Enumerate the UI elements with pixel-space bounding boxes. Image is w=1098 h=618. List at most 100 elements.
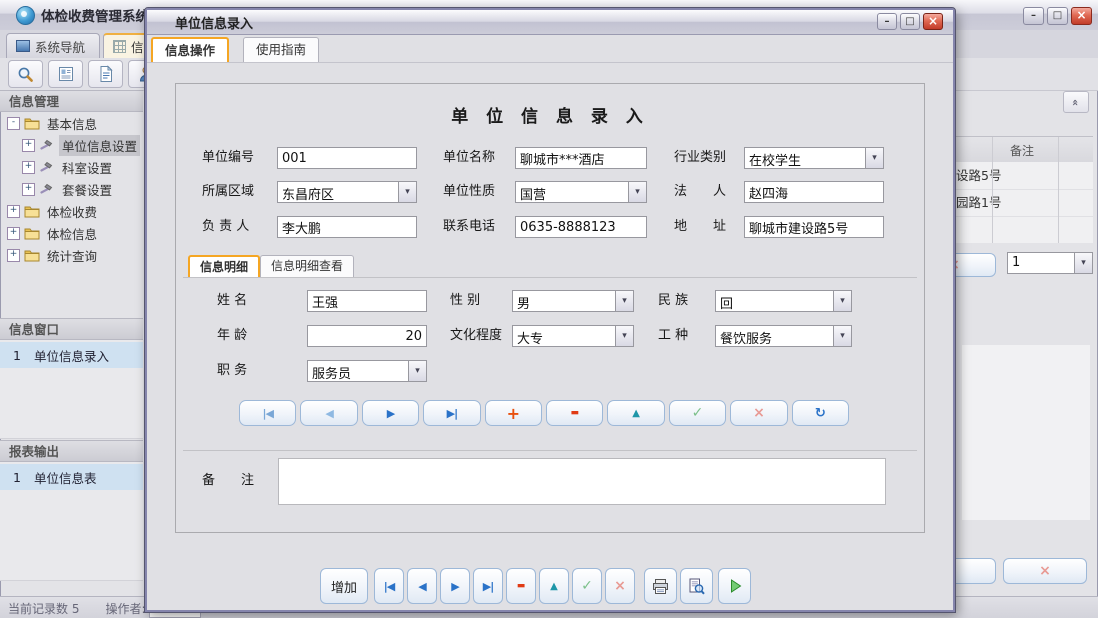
screen: 体检收费管理系统(非 – □ × 系统导航 信息 [0, 0, 1098, 618]
collapse-icon[interactable]: - [7, 117, 20, 130]
tree-item-unit-info-setting[interactable]: + 单位信息设置 [0, 134, 143, 156]
job-type-select[interactable]: 餐饮服务 ▾ [715, 325, 852, 347]
tree-item-department-setting[interactable]: + 科室设置 [0, 156, 143, 178]
main-restore-button[interactable]: □ [1047, 7, 1068, 25]
nav-prior-button[interactable]: ◀ [300, 400, 357, 426]
unit-type-select[interactable]: 国营 ▾ [515, 181, 647, 203]
tree-item-exam-fee[interactable]: + 体检收费 [0, 200, 143, 222]
folder-icon [24, 205, 40, 218]
last-record-icon: ▶| [483, 580, 493, 593]
prior-record-icon: ◀ [325, 407, 332, 420]
footer-post-button[interactable]: ✓ [572, 568, 602, 604]
tree-item-label: 基本信息 [44, 113, 100, 134]
tree-item-package-setting[interactable]: + 套餐设置 [0, 178, 143, 200]
expand-icon[interactable]: + [22, 139, 35, 152]
education-select[interactable]: 大专 ▾ [512, 325, 634, 347]
tab-system-nav[interactable]: 系统导航 [6, 33, 100, 58]
nav-post-button[interactable]: ✓ [669, 400, 726, 426]
nav-cancel-button[interactable]: × [730, 400, 787, 426]
tree-item-stats-query[interactable]: + 统计查询 [0, 244, 143, 266]
footer-last-button[interactable]: ▶| [473, 568, 503, 604]
chevron-down-icon: ▾ [615, 291, 633, 311]
tree-item-basic-info[interactable]: - 基本信息 [0, 112, 143, 134]
report-button[interactable] [48, 60, 83, 88]
footer-next-button[interactable]: ▶ [440, 568, 470, 604]
nav-edit-button[interactable]: ▲ [607, 400, 664, 426]
industry-select[interactable]: 在校学生 ▾ [744, 147, 884, 169]
phone-field[interactable] [515, 216, 647, 238]
add-button[interactable]: 增加 [320, 568, 368, 604]
document-button[interactable] [88, 60, 123, 88]
chevron-down-icon: ▾ [833, 291, 851, 311]
tab-info-detail-view[interactable]: 信息明细查看 [260, 255, 354, 277]
footer-edit-button[interactable]: ▲ [539, 568, 569, 604]
dialog-minimize-button[interactable]: – [877, 13, 897, 30]
search-button[interactable] [8, 60, 43, 88]
region-select[interactable]: 东昌府区 ▾ [277, 181, 417, 203]
nav-last-button[interactable]: ▶| [423, 400, 480, 426]
page-select[interactable]: 1 ▾ [1007, 252, 1093, 274]
tab-info-detail[interactable]: 信息明细 [188, 255, 260, 277]
unit-info-entry-dialog: 单位信息录入 – □ × 信息操作 使用指南 单 位 信 息 录 入 单位编号 … [145, 8, 955, 612]
main-minimize-button[interactable]: – [1023, 7, 1044, 25]
education-label: 文化程度 [450, 325, 502, 347]
manager-field[interactable] [277, 216, 417, 238]
legal-person-field[interactable] [744, 181, 884, 203]
info-window-item[interactable]: 1 单位信息录入 [0, 342, 143, 368]
age-field[interactable] [307, 325, 427, 347]
chevron-down-icon: ▾ [1074, 253, 1092, 273]
gender-select[interactable]: 男 ▾ [512, 290, 634, 312]
nav-first-button[interactable]: |◀ [239, 400, 296, 426]
expand-icon[interactable]: + [7, 227, 20, 240]
collapse-panel-button[interactable]: « [1063, 91, 1089, 113]
dialog-maximize-button[interactable]: □ [900, 13, 920, 30]
name-field[interactable] [307, 290, 427, 312]
tab-user-guide[interactable]: 使用指南 [243, 37, 319, 62]
last-record-icon: ▶| [447, 407, 457, 420]
nav-delete-button[interactable]: ▬ [546, 400, 603, 426]
print-preview-button[interactable] [680, 568, 713, 604]
job-type-label: 工 种 [658, 325, 688, 347]
unit-name-field[interactable] [515, 147, 647, 169]
run-button[interactable] [718, 568, 751, 604]
tree-item-exam-info[interactable]: + 体检信息 [0, 222, 143, 244]
ethnic-label: 民 族 [658, 290, 688, 312]
main-close-button[interactable]: × [1071, 7, 1092, 25]
chevron-down-icon: ▾ [833, 326, 851, 346]
nav-refresh-button[interactable]: ↻ [792, 400, 849, 426]
selected-value: 回 [716, 291, 833, 311]
manager-label: 负 责 人 [202, 216, 249, 238]
footer-delete-button[interactable]: ▬ [506, 568, 536, 604]
section-header-report-output: 报表输出 [0, 440, 143, 462]
unit-code-field[interactable] [277, 147, 417, 169]
dialog-close-button[interactable]: × [923, 13, 943, 30]
ethnic-select[interactable]: 回 ▾ [715, 290, 852, 312]
first-record-icon: |◀ [384, 580, 394, 593]
expand-icon[interactable]: + [7, 205, 20, 218]
legal-person-label: 法 人 [674, 181, 726, 203]
nav-insert-button[interactable]: + [485, 400, 542, 426]
position-select[interactable]: 服务员 ▾ [307, 360, 427, 382]
post-edit-icon: ✓ [581, 578, 593, 594]
item-index: 1 [0, 348, 34, 363]
remarks-textarea[interactable] [278, 458, 886, 505]
background-close-button[interactable]: × [1003, 558, 1087, 584]
footer-first-button[interactable]: |◀ [374, 568, 404, 604]
edit-record-icon: ▲ [550, 581, 558, 592]
item-label: 单位信息录入 [34, 346, 109, 365]
tab-label: 系统导航 [35, 37, 85, 56]
chevron-down-icon: ▾ [408, 361, 426, 381]
nav-next-button[interactable]: ▶ [362, 400, 419, 426]
footer-prior-button[interactable]: ◀ [407, 568, 437, 604]
print-button[interactable] [644, 568, 677, 604]
expand-icon[interactable]: + [7, 249, 20, 262]
address-field[interactable] [744, 216, 884, 238]
report-output-item[interactable]: 1 单位信息表 [0, 464, 143, 490]
dialog-titlebar[interactable]: 单位信息录入 – □ × [147, 10, 953, 35]
tab-info-operation[interactable]: 信息操作 [151, 37, 229, 62]
expand-icon[interactable]: + [22, 183, 35, 196]
selected-value: 男 [513, 291, 615, 311]
expand-icon[interactable]: + [22, 161, 35, 174]
unit-type-label: 单位性质 [443, 181, 495, 203]
footer-cancel-button[interactable]: × [605, 568, 635, 604]
